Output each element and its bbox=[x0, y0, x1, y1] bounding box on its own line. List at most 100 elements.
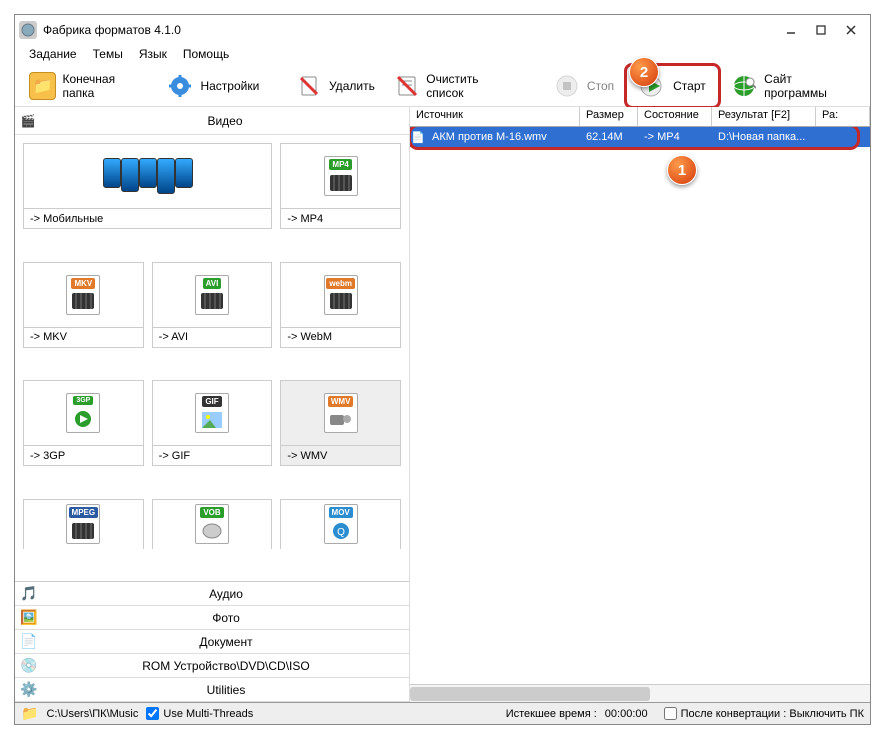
cat-document[interactable]: 📄Документ bbox=[15, 630, 409, 654]
maximize-button[interactable] bbox=[806, 19, 836, 41]
multithread-option[interactable]: Use Multi-Threads bbox=[146, 707, 253, 720]
menu-task[interactable]: Задание bbox=[21, 45, 85, 65]
cell-state: -> MP4 bbox=[638, 131, 712, 143]
cell-source: АКМ против М-16.wmv bbox=[426, 131, 580, 143]
list-body: 📄 АКМ против М-16.wmv 62.14M -> MP4 D:\Н… bbox=[410, 127, 870, 684]
col-size[interactable]: Размер bbox=[580, 107, 638, 126]
status-bar: 📁 C:\Users\ПК\Music Use Multi-Threads Ис… bbox=[15, 702, 870, 724]
cat-utilities[interactable]: ⚙️Utilities bbox=[15, 678, 409, 702]
toolbar: 📁 Конечная папка Настройки Удалить Очист… bbox=[15, 65, 870, 107]
window-title: Фабрика форматов 4.1.0 bbox=[43, 23, 776, 37]
after-convert-checkbox[interactable] bbox=[664, 707, 677, 720]
photo-icon: 🖼️ bbox=[15, 609, 43, 626]
after-convert-option[interactable]: После конвертации : Выключить ПК bbox=[664, 707, 864, 720]
multithread-checkbox[interactable] bbox=[146, 707, 159, 720]
menu-themes[interactable]: Темы bbox=[85, 45, 131, 65]
stop-button[interactable]: Стоп bbox=[545, 68, 622, 104]
tile-avi[interactable]: AVI -> AVI bbox=[152, 262, 273, 348]
delete-icon bbox=[295, 72, 323, 100]
tile-wmv-label: -> WMV bbox=[281, 445, 400, 465]
file-icon: 📄 bbox=[410, 131, 426, 144]
gear-small-icon: ⚙️ bbox=[15, 681, 43, 698]
site-label: Сайт программы bbox=[764, 72, 856, 100]
horizontal-scrollbar[interactable] bbox=[410, 684, 870, 702]
tile-mkv[interactable]: MKV -> MKV bbox=[23, 262, 144, 348]
menubar: Задание Темы Язык Помощь bbox=[15, 45, 870, 65]
folder-icon: 📁 bbox=[29, 72, 56, 100]
left-panel: 🎬 Видео -> Мобильные MP4 -> MP4 bbox=[15, 107, 410, 702]
mp4-icon: MP4 bbox=[324, 156, 358, 196]
mkv-icon: MKV bbox=[66, 275, 100, 315]
tile-wmv[interactable]: WMV -> WMV bbox=[280, 380, 401, 466]
content-area: 🎬 Видео -> Мобильные MP4 -> MP4 bbox=[15, 107, 870, 702]
tile-webm[interactable]: webm -> WebM bbox=[280, 262, 401, 348]
tile-gif[interactable]: GIF -> GIF bbox=[152, 380, 273, 466]
list-header: Источник Размер Состояние Результат [F2]… bbox=[410, 107, 870, 127]
menu-help[interactable]: Помощь bbox=[175, 45, 237, 65]
audio-icon: 🎵 bbox=[15, 585, 43, 602]
callout-1: 1 bbox=[667, 155, 697, 185]
mov-icon: MOVQ bbox=[324, 504, 358, 544]
close-button[interactable] bbox=[836, 19, 866, 41]
target-folder-button[interactable]: 📁 Конечная папка bbox=[21, 68, 156, 104]
tile-mp4-label: -> MP4 bbox=[281, 208, 400, 228]
col-source[interactable]: Источник bbox=[410, 107, 580, 126]
tile-mov[interactable]: MOVQ bbox=[280, 499, 401, 549]
col-state[interactable]: Состояние bbox=[638, 107, 712, 126]
tile-vob[interactable]: VOB bbox=[152, 499, 273, 549]
document-icon: 📄 bbox=[15, 633, 43, 650]
clear-label: Очистить список bbox=[426, 72, 517, 100]
tile-mobile-label: -> Мобильные bbox=[24, 208, 271, 228]
delete-button[interactable]: Удалить bbox=[287, 68, 383, 104]
target-folder-label: Конечная папка bbox=[62, 72, 148, 100]
category-tabs: 🎵Аудио 🖼️Фото 📄Документ 💿ROM Устройство\… bbox=[15, 581, 409, 702]
tile-mp4[interactable]: MP4 -> MP4 bbox=[280, 143, 401, 229]
gif-icon: GIF bbox=[195, 393, 229, 433]
vob-icon: VOB bbox=[195, 504, 229, 544]
col-rest[interactable]: Ра: bbox=[816, 107, 870, 126]
site-button[interactable]: Сайт программы bbox=[723, 68, 864, 104]
elapsed-value: 00:00:00 bbox=[605, 708, 648, 720]
wmv-icon: WMV bbox=[324, 393, 358, 433]
stop-icon bbox=[553, 72, 581, 100]
video-category-icon: 🎬 bbox=[15, 114, 41, 128]
mobile-devices-icon bbox=[103, 158, 193, 194]
settings-button[interactable]: Настройки bbox=[158, 68, 267, 104]
table-row[interactable]: 📄 АКМ против М-16.wmv 62.14M -> MP4 D:\Н… bbox=[410, 127, 870, 147]
gear-icon bbox=[166, 72, 194, 100]
right-panel: Источник Размер Состояние Результат [F2]… bbox=[410, 107, 870, 702]
webm-icon: webm bbox=[324, 275, 358, 315]
tile-3gp[interactable]: 3GP -> 3GP bbox=[23, 380, 144, 466]
tile-gif-label: -> GIF bbox=[153, 445, 272, 465]
app-icon bbox=[19, 21, 37, 39]
titlebar: Фабрика форматов 4.1.0 bbox=[15, 15, 870, 45]
cat-rom[interactable]: 💿ROM Устройство\DVD\CD\ISO bbox=[15, 654, 409, 678]
3gp-icon: 3GP bbox=[66, 393, 100, 433]
tile-mpeg[interactable]: MPEG bbox=[23, 499, 144, 549]
after-convert-label: После конвертации : Выключить ПК bbox=[681, 708, 864, 720]
settings-label: Настройки bbox=[200, 79, 259, 93]
cat-audio[interactable]: 🎵Аудио bbox=[15, 582, 409, 606]
left-header-label: Видео bbox=[41, 114, 409, 128]
menu-language[interactable]: Язык bbox=[131, 45, 175, 65]
callout-2: 2 bbox=[629, 57, 659, 87]
tile-mobile[interactable]: -> Мобильные bbox=[23, 143, 272, 229]
col-result[interactable]: Результат [F2] bbox=[712, 107, 816, 126]
clear-list-button[interactable]: Очистить список bbox=[385, 68, 525, 104]
tile-avi-label: -> AVI bbox=[153, 327, 272, 347]
left-header: 🎬 Видео bbox=[15, 107, 409, 135]
svg-text:Q: Q bbox=[337, 527, 345, 538]
cell-size: 62.14M bbox=[580, 131, 638, 143]
format-grid: -> Мобильные MP4 -> MP4 MKV -> MKV AVI -… bbox=[15, 135, 409, 581]
tile-mkv-label: -> MKV bbox=[24, 327, 143, 347]
scrollbar-thumb[interactable] bbox=[410, 687, 650, 701]
minimize-button[interactable] bbox=[776, 19, 806, 41]
mpeg-icon: MPEG bbox=[66, 504, 100, 544]
elapsed-label: Истекшее время : bbox=[506, 708, 597, 720]
status-folder-icon: 📁 bbox=[21, 705, 38, 722]
tile-webm-label: -> WebM bbox=[281, 327, 400, 347]
cat-photo[interactable]: 🖼️Фото bbox=[15, 606, 409, 630]
clear-icon bbox=[393, 72, 420, 100]
globe-icon bbox=[731, 72, 758, 100]
status-path: C:\Users\ПК\Music bbox=[46, 708, 138, 720]
